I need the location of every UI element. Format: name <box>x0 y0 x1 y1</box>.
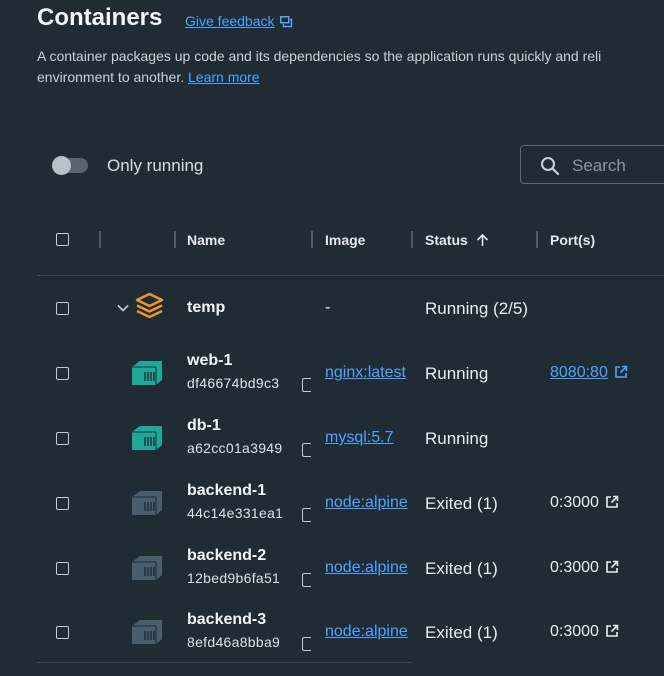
column-divider[interactable] <box>174 231 176 248</box>
group-status: Running (2/5) <box>425 299 529 318</box>
copy-icon[interactable] <box>302 443 311 457</box>
image-link[interactable]: node:alpine <box>325 494 412 512</box>
container-status: Running <box>425 429 489 448</box>
container-id: a62cc01a3949 <box>187 440 283 456</box>
container-icon <box>132 491 162 515</box>
container-status: Running <box>425 364 489 383</box>
row-checkbox[interactable] <box>56 432 69 445</box>
group-image: - <box>325 299 331 316</box>
description-line-1: A container packages up code and its dep… <box>37 48 602 64</box>
column-divider[interactable] <box>411 231 413 248</box>
search-icon <box>541 157 560 176</box>
port-value: 0:3000 <box>550 494 599 511</box>
copy-icon[interactable] <box>302 378 311 392</box>
container-id: df46674bd9c3 <box>187 375 280 391</box>
search-placeholder: Search <box>572 156 626 175</box>
image-link[interactable]: node:alpine <box>325 559 412 577</box>
only-running-toggle[interactable] <box>52 156 88 175</box>
row-checkbox[interactable] <box>56 562 69 575</box>
image-link[interactable]: nginx:latest <box>325 364 412 382</box>
header-divider <box>37 275 664 276</box>
container-name[interactable]: backend-3 <box>187 611 266 629</box>
toggle-knob <box>52 156 71 175</box>
select-all-checkbox[interactable] <box>56 233 69 246</box>
table-bottom-divider <box>37 662 412 663</box>
only-running-label: Only running <box>107 156 204 175</box>
column-divider[interactable] <box>536 231 538 248</box>
container-id: 8efd46a8bba9 <box>187 634 281 650</box>
column-divider[interactable] <box>311 231 313 248</box>
container-name[interactable]: backend-1 <box>187 482 266 500</box>
feedback-icon <box>279 16 292 28</box>
port-link[interactable]: 8080:80 <box>550 364 628 382</box>
learn-more-link[interactable]: Learn more <box>188 69 260 85</box>
search-input[interactable]: Search <box>520 145 664 184</box>
port-link[interactable]: 0:3000 <box>550 623 619 641</box>
container-id: 44c14e331ea1 <box>187 505 284 521</box>
image-link[interactable]: node:alpine <box>325 623 412 641</box>
container-status: Exited (1) <box>425 494 498 513</box>
copy-icon[interactable] <box>302 508 311 522</box>
container-name[interactable]: web-1 <box>187 352 232 370</box>
external-link-icon <box>615 365 628 378</box>
container-icon <box>132 361 162 385</box>
port-value: 0:3000 <box>550 623 599 640</box>
row-checkbox[interactable] <box>56 302 69 315</box>
row-checkbox[interactable] <box>56 497 69 510</box>
column-header-status[interactable]: Status <box>425 232 489 248</box>
row-checkbox[interactable] <box>56 626 69 639</box>
column-header-name[interactable]: Name <box>187 232 225 248</box>
port-link[interactable]: 0:3000 <box>550 494 619 512</box>
container-status: Exited (1) <box>425 623 498 642</box>
container-name[interactable]: backend-2 <box>187 547 266 565</box>
page-title: Containers <box>37 4 163 31</box>
container-id: 12bed9b6fa51 <box>187 570 281 586</box>
give-feedback-link[interactable]: Give feedback <box>185 13 293 29</box>
port-value: 8080:80 <box>550 364 608 381</box>
external-link-icon <box>606 624 619 637</box>
container-icon <box>132 556 162 580</box>
column-header-ports[interactable]: Port(s) <box>550 232 595 248</box>
compose-stack-icon <box>135 292 164 319</box>
sort-ascending-icon <box>476 233 488 246</box>
give-feedback-label: Give feedback <box>185 13 275 29</box>
container-name[interactable]: db-1 <box>187 417 221 435</box>
row-checkbox[interactable] <box>56 367 69 380</box>
container-icon <box>132 620 162 644</box>
external-link-icon <box>606 560 619 573</box>
container-status: Exited (1) <box>425 559 498 578</box>
group-name[interactable]: temp <box>187 299 225 317</box>
port-link[interactable]: 0:3000 <box>550 559 619 577</box>
column-divider[interactable] <box>99 231 101 248</box>
description-line-2: environment to another. <box>37 69 185 85</box>
image-link[interactable]: mysql:5.7 <box>325 429 412 447</box>
copy-icon[interactable] <box>302 573 311 587</box>
column-header-image[interactable]: Image <box>325 232 365 248</box>
copy-icon[interactable] <box>302 637 311 651</box>
container-icon <box>132 426 162 450</box>
external-link-icon <box>606 495 619 508</box>
chevron-down-icon[interactable] <box>117 304 129 312</box>
port-value: 0:3000 <box>550 559 599 576</box>
page-description: A container packages up code and its dep… <box>37 46 664 88</box>
column-header-status-label: Status <box>425 232 468 248</box>
